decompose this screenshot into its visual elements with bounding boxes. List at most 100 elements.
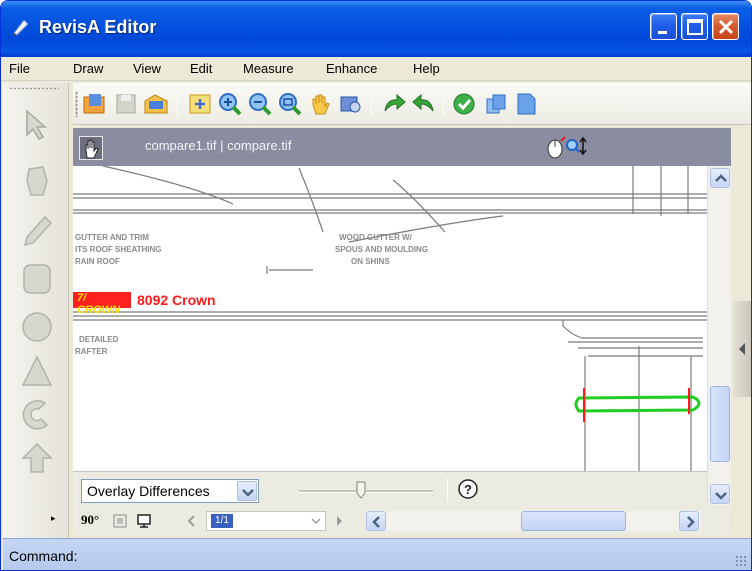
menu-bar: File Draw View Edit Measure Enhance Help	[1, 57, 751, 81]
zoom-out-icon[interactable]	[247, 91, 273, 117]
first-page-icon[interactable]	[183, 512, 201, 530]
drawing-canvas[interactable]: GUTTER AND TRIM ITS ROOF SHEATHING RAIN …	[73, 166, 707, 471]
hand-mode-button[interactable]	[79, 136, 103, 160]
app-window: RevisA Editor File Draw View Edit Measur…	[0, 0, 752, 571]
maximize-icon	[687, 19, 703, 35]
opacity-slider[interactable]	[299, 490, 433, 493]
chevron-up-icon	[715, 174, 727, 182]
app-logo-icon	[13, 19, 29, 36]
drawing-note: ITS ROOF SHEATHING	[75, 245, 162, 254]
page-number-value: 1/1	[211, 514, 233, 528]
palette-grip[interactable]	[9, 87, 59, 90]
menu-measure[interactable]: Measure	[243, 61, 294, 76]
undo-icon[interactable]	[411, 91, 437, 117]
fit-page-icon[interactable]	[187, 91, 213, 117]
zoom-in-icon[interactable]	[217, 91, 243, 117]
save-icon[interactable]	[113, 91, 139, 117]
drawing-note: GUTTER AND TRIM	[75, 233, 149, 242]
arrow-icon[interactable]	[17, 438, 57, 478]
drawing-note: SPOUS AND MOULDING	[335, 245, 428, 254]
scroll-right-button[interactable]	[679, 511, 699, 531]
chevron-down-icon	[715, 492, 727, 500]
annotation-label[interactable]: 8092 Crown	[137, 292, 216, 308]
horizontal-scrollbar[interactable]	[366, 511, 701, 531]
chevron-left-icon	[739, 343, 745, 355]
mouse-zoom-icon[interactable]	[543, 133, 613, 161]
minimize-button[interactable]	[650, 13, 677, 40]
overlay-mode-select[interactable]: Overlay Differences	[81, 479, 259, 503]
drawing-note: DETAILED	[79, 335, 119, 344]
help-label: ?	[464, 482, 472, 497]
page-number-input[interactable]: 1/1	[206, 511, 326, 531]
copy-icon[interactable]	[483, 91, 509, 117]
chevron-left-icon	[372, 516, 380, 528]
toolbar-separator	[371, 92, 372, 116]
close-icon	[718, 19, 734, 35]
next-page-icon[interactable]	[331, 512, 349, 530]
menu-view[interactable]: View	[133, 61, 161, 76]
dropdown-button[interactable]	[237, 481, 257, 501]
tool-palette: ▸	[3, 83, 69, 538]
toolbar-grip[interactable]	[75, 91, 78, 117]
menu-help[interactable]: Help	[413, 61, 440, 76]
close-button[interactable]	[712, 13, 739, 40]
arc-icon[interactable]	[17, 395, 57, 435]
preview-icon[interactable]	[337, 91, 363, 117]
menu-edit[interactable]: Edit	[190, 61, 212, 76]
open-folder-icon[interactable]	[81, 91, 107, 117]
rectangle-icon[interactable]	[17, 259, 57, 299]
scroll-down-button[interactable]	[710, 484, 730, 504]
toolbar-separator	[443, 92, 444, 116]
pointer-icon[interactable]	[17, 105, 57, 145]
menu-file[interactable]: File	[9, 61, 30, 76]
drawing-note: RAIN ROOF	[75, 257, 120, 266]
drawing-note: RAFTER	[75, 347, 108, 356]
scroll-left-button[interactable]	[366, 511, 386, 531]
drawing-overlay: GUTTER AND TRIM ITS ROOF SHEATHING RAIN …	[73, 166, 707, 471]
drawing-note: WOOD GUTTER W/	[339, 233, 413, 242]
drawing-note: ON SHINS	[351, 257, 390, 266]
command-label: Command:	[9, 548, 78, 564]
side-panel-toggle[interactable]	[733, 301, 751, 397]
page-icon[interactable]	[513, 91, 539, 117]
open-icon[interactable]	[143, 91, 169, 117]
annotation-tag: 7/ CROWN	[73, 292, 131, 316]
overlay-mode-value: Overlay Differences	[87, 483, 210, 499]
help-button[interactable]: ?	[457, 478, 479, 500]
control-separator	[447, 478, 448, 502]
monitor-icon[interactable]	[135, 512, 153, 530]
document-header: compare1.tif | compare.tif	[73, 128, 731, 166]
maximize-button[interactable]	[681, 13, 708, 40]
rotation-value[interactable]: 90°	[81, 512, 99, 528]
vertical-scrollbar[interactable]	[707, 166, 731, 506]
palette-expander[interactable]: ▸	[51, 513, 56, 524]
redo-icon[interactable]	[381, 91, 407, 117]
toolbar-separator	[177, 92, 178, 116]
chevron-down-icon	[242, 489, 254, 497]
window-title: RevisA Editor	[39, 17, 157, 37]
pencil-icon[interactable]	[17, 211, 57, 251]
chevron-down-icon[interactable]	[309, 514, 323, 528]
slider-thumb[interactable]	[356, 481, 366, 499]
chevron-right-icon	[687, 516, 695, 528]
menu-enhance[interactable]: Enhance	[326, 61, 377, 76]
page-view-icon[interactable]	[111, 512, 129, 530]
hand-icon	[85, 139, 99, 159]
check-icon[interactable]	[451, 91, 477, 117]
scroll-up-button[interactable]	[710, 168, 730, 188]
minimize-icon	[658, 31, 667, 34]
triangle-icon[interactable]	[17, 351, 57, 391]
difference-marker	[583, 388, 690, 422]
scroll-thumb[interactable]	[521, 511, 626, 531]
stamp-icon[interactable]	[17, 161, 57, 201]
resize-grip[interactable]	[735, 555, 747, 567]
command-bar[interactable]: Command:	[3, 538, 751, 570]
ellipse-icon[interactable]	[17, 307, 57, 347]
zoom-window-icon[interactable]	[277, 91, 303, 117]
scroll-thumb[interactable]	[710, 386, 730, 462]
page-bar: 90° 1/1	[73, 507, 731, 535]
difference-highlight[interactable]	[574, 395, 701, 413]
menu-draw[interactable]: Draw	[73, 61, 103, 76]
pan-hand-icon[interactable]	[307, 91, 333, 117]
title-bar[interactable]: RevisA Editor	[1, 1, 751, 57]
